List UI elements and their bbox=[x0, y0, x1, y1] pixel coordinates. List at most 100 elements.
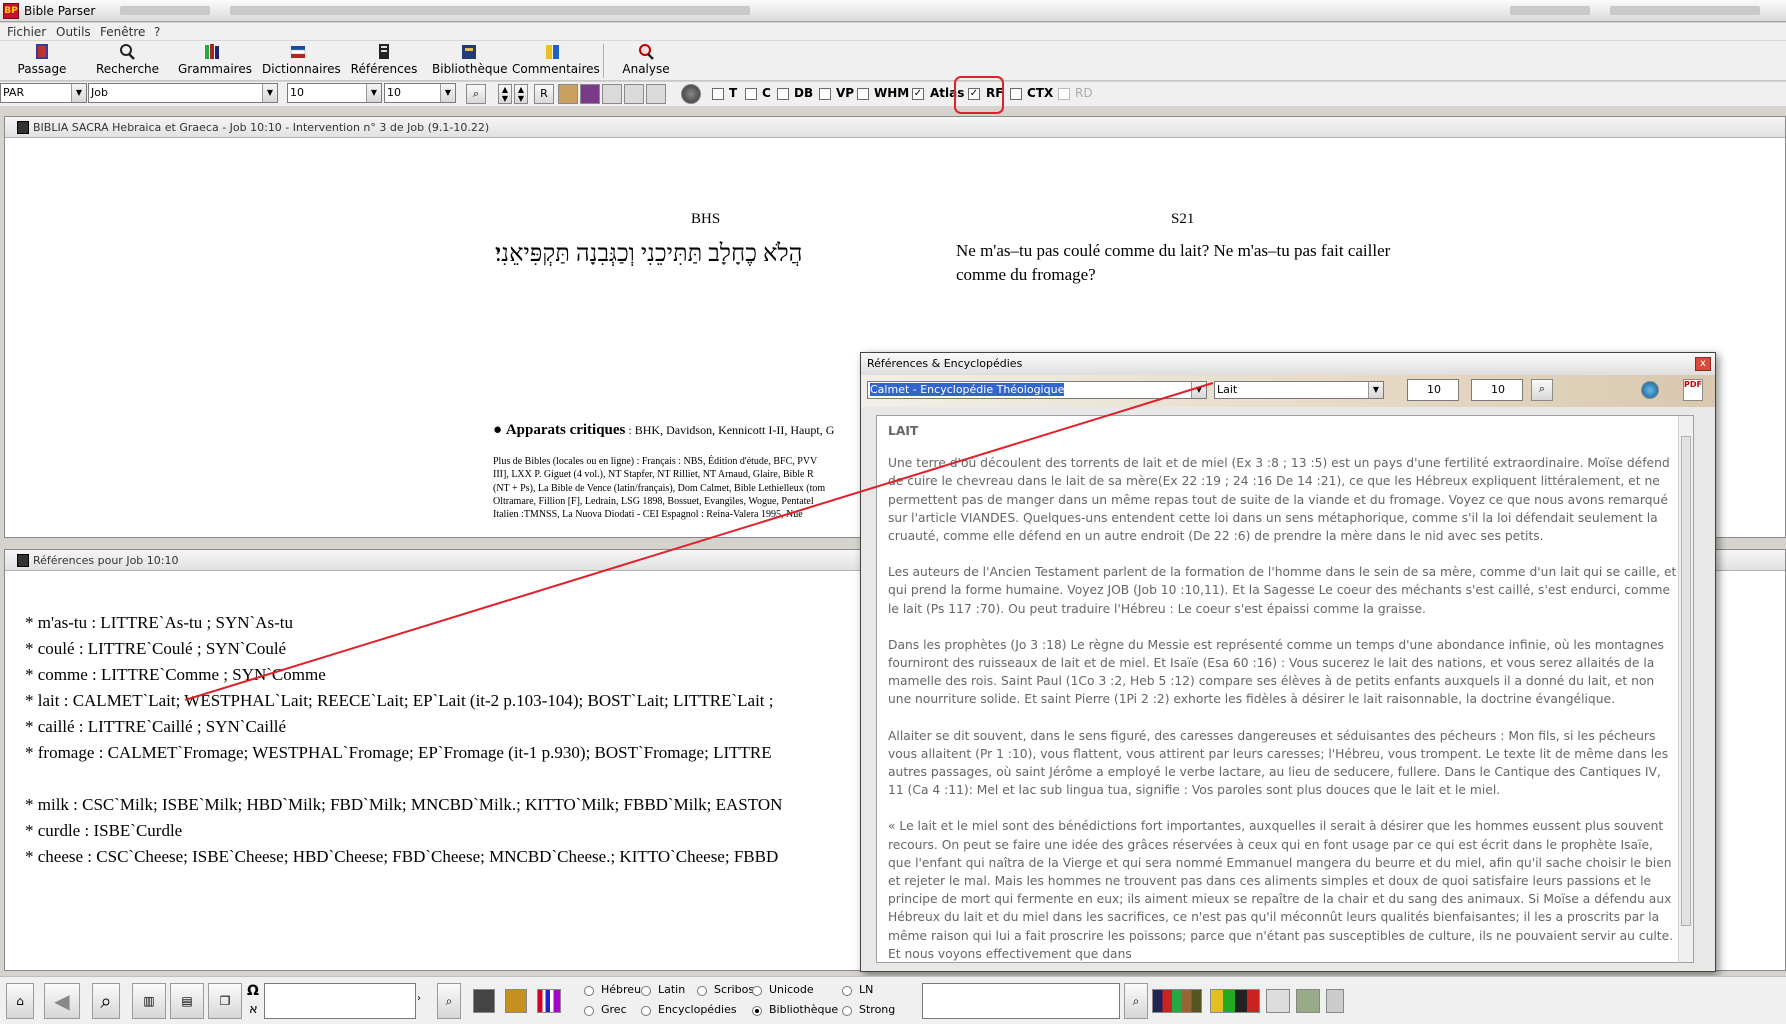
library-stack-icon[interactable] bbox=[580, 84, 600, 104]
chapter-select[interactable]: 10 ▼ bbox=[287, 83, 382, 103]
rows-view-button[interactable]: ▤ bbox=[170, 983, 204, 1019]
tools-icon[interactable] bbox=[624, 84, 644, 104]
book-select[interactable]: Job ▼ bbox=[88, 83, 278, 103]
ref-line[interactable]: * curdle : ISBE`Curdle bbox=[25, 821, 182, 841]
omega-button[interactable]: Ω bbox=[247, 983, 259, 999]
checkbox-db[interactable] bbox=[777, 88, 789, 100]
ref-line[interactable]: * milk : CSC`Milk; ISBE`Milk; HBD`Milk; … bbox=[25, 795, 782, 815]
menu-fenetre[interactable]: Fenêtre bbox=[100, 25, 145, 39]
ref-line[interactable]: * comme : LITTRE`Comme ; SYN`Comme bbox=[25, 665, 326, 685]
menu-fichier[interactable]: Fichier bbox=[7, 25, 46, 39]
checkbox-ctx[interactable] bbox=[1010, 88, 1022, 100]
lookup-search-button[interactable]: ⌕ bbox=[1124, 983, 1148, 1019]
popup-search-button[interactable]: ⌕ bbox=[1531, 379, 1553, 401]
verse-select[interactable]: 10 ▼ bbox=[384, 83, 456, 103]
ref-line[interactable]: * fromage : CALMET`Fromage; WESTPHAL`Fro… bbox=[25, 743, 772, 763]
up-down-spinner-2[interactable]: ▲ ▼ bbox=[514, 84, 528, 104]
spinner-icon: ▲ ▼ bbox=[517, 85, 525, 103]
person-icon[interactable] bbox=[1296, 989, 1320, 1013]
checkbox-c[interactable] bbox=[745, 88, 757, 100]
grid-icon[interactable] bbox=[473, 989, 495, 1013]
more-bibles-line[interactable]: Italien :TMNSS, La Nuova Diodati - CEI E… bbox=[493, 508, 863, 521]
tree-icon[interactable] bbox=[602, 84, 622, 104]
dictionnaires-button[interactable]: Dictionnaires bbox=[262, 43, 341, 76]
pdf-icon[interactable]: PDF bbox=[1683, 379, 1703, 401]
scrollbar-thumb[interactable] bbox=[1681, 436, 1691, 926]
radio-latin[interactable] bbox=[641, 986, 651, 996]
checkbox-rd[interactable] bbox=[1058, 88, 1070, 100]
notes-icon[interactable] bbox=[1266, 989, 1290, 1013]
entry-paragraph: Les auteurs de l'Ancien Testament parlen… bbox=[888, 565, 1677, 616]
analyse-button[interactable]: Analyse bbox=[618, 43, 674, 76]
radio-hebreu-label: Hébreu bbox=[601, 983, 642, 996]
more-bibles-line[interactable]: III], LXX P. Giguet (4 vol.), NT Stapfer… bbox=[493, 468, 863, 481]
disc-icon[interactable] bbox=[646, 84, 666, 104]
version-select[interactable]: PAR ▼ bbox=[0, 83, 87, 103]
up-down-spinner[interactable]: ▲ ▼ bbox=[498, 84, 512, 104]
radio-ln[interactable] bbox=[842, 986, 852, 996]
search-button[interactable]: ⌕ bbox=[92, 983, 120, 1019]
passage-button[interactable]: Passage bbox=[16, 43, 68, 76]
chevron-down-icon: ▼ bbox=[1368, 382, 1383, 398]
bibliotheque-button[interactable]: Bibliothèque bbox=[432, 43, 508, 76]
magnifier-icon: ⌕ bbox=[1538, 382, 1546, 395]
chevron-right-icon[interactable]: › bbox=[417, 993, 421, 1004]
radio-hebreu[interactable] bbox=[584, 986, 594, 996]
checkbox-vp[interactable] bbox=[819, 88, 831, 100]
references-button[interactable]: Références bbox=[350, 43, 418, 76]
radio-encyclopedies[interactable] bbox=[641, 1006, 651, 1016]
document-icon[interactable] bbox=[1326, 989, 1344, 1013]
vertical-scrollbar[interactable] bbox=[1678, 416, 1693, 962]
radio-strong[interactable] bbox=[842, 1006, 852, 1016]
magnifier-icon: ⌕ bbox=[100, 989, 112, 1013]
aleph-button[interactable]: א bbox=[249, 1002, 258, 1017]
ref-line[interactable]: * m'as-tu : LITTRE`As-tu ; SYN`As-tu bbox=[25, 613, 293, 633]
library-shelf-icon[interactable] bbox=[1152, 989, 1202, 1013]
bottom-search-button[interactable]: ⌕ bbox=[437, 983, 461, 1019]
chart-bars-icon[interactable] bbox=[537, 989, 561, 1013]
title-blur bbox=[230, 6, 750, 15]
checkbox-whm[interactable] bbox=[857, 88, 869, 100]
ref-line[interactable]: * caillé : LITTRE`Caillé ; SYN`Caillé bbox=[25, 717, 286, 737]
more-bibles-line[interactable]: Oltramare, Fillion [F], Ledrain, LSG 189… bbox=[493, 495, 863, 508]
more-bibles-line[interactable]: Plus de Bibles (locales ou en ligne) : F… bbox=[493, 455, 863, 468]
menu-bar: Fichier Outils Fenêtre ? bbox=[0, 23, 1786, 41]
columns-view-button[interactable]: ▥ bbox=[132, 983, 166, 1019]
colored-books-icon[interactable] bbox=[1210, 989, 1260, 1013]
r-button[interactable]: R bbox=[534, 84, 554, 104]
close-icon[interactable]: x bbox=[1695, 357, 1711, 371]
film-icon[interactable] bbox=[505, 989, 527, 1013]
more-bibles-line[interactable]: (NT + Ps), La Bible de Vence (latin/fran… bbox=[493, 482, 863, 495]
num-field-2[interactable]: 10 bbox=[1471, 379, 1523, 401]
ref-line[interactable]: * coulé : LITTRE`Coulé ; SYN`Coulé bbox=[25, 639, 286, 659]
recherche-button[interactable]: Recherche bbox=[96, 43, 159, 76]
scroll-icon bbox=[375, 43, 393, 60]
audio-icon[interactable] bbox=[681, 84, 701, 104]
checkbox-t[interactable] bbox=[712, 88, 724, 100]
ref-line[interactable]: * cheese : CSC`Cheese; ISBE`Cheese; HBD`… bbox=[25, 847, 778, 867]
radio-bibliotheque[interactable] bbox=[752, 1006, 762, 1016]
commentaires-button[interactable]: Commentaires bbox=[512, 43, 600, 76]
home-button[interactable]: ⌂ bbox=[6, 983, 34, 1019]
commentary-books-icon bbox=[544, 43, 562, 60]
back-button[interactable]: ◀ bbox=[44, 983, 80, 1019]
radio-unicode[interactable] bbox=[752, 986, 762, 996]
radio-grec[interactable] bbox=[584, 1006, 594, 1016]
globe-icon[interactable] bbox=[1641, 381, 1659, 399]
lookup-input[interactable] bbox=[922, 983, 1120, 1019]
windows-view-button[interactable]: ❐ bbox=[208, 983, 242, 1019]
grammaires-button[interactable]: Grammaires bbox=[178, 43, 252, 76]
parallel-books-icon[interactable] bbox=[558, 84, 578, 104]
checkbox-atlas[interactable]: ✓ bbox=[912, 88, 924, 100]
source-select[interactable]: Calmet - Encyclopédie Théologique ▼ bbox=[867, 381, 1207, 399]
keyboard-input[interactable] bbox=[264, 983, 416, 1019]
navigation-row: PAR ▼ Job ▼ 10 ▼ 10 ▼ ⌕ ▲ ▼ ▲ ▼ R T C DB VP WH… bbox=[0, 76, 1786, 114]
menu-help[interactable]: ? bbox=[154, 25, 160, 39]
num-field-1[interactable]: 10 bbox=[1407, 379, 1459, 401]
menu-outils[interactable]: Outils bbox=[56, 25, 91, 39]
apparats-line: ● Apparats critiques : BHK, Davidson, Ke… bbox=[493, 422, 835, 438]
ref-line[interactable]: * lait : CALMET`Lait; WESTPHAL`Lait; REE… bbox=[25, 691, 774, 711]
search-verse-button[interactable]: ⌕ bbox=[466, 84, 486, 104]
radio-scribos[interactable] bbox=[697, 986, 707, 996]
entry-select[interactable]: Lait ▼ bbox=[1214, 381, 1384, 399]
